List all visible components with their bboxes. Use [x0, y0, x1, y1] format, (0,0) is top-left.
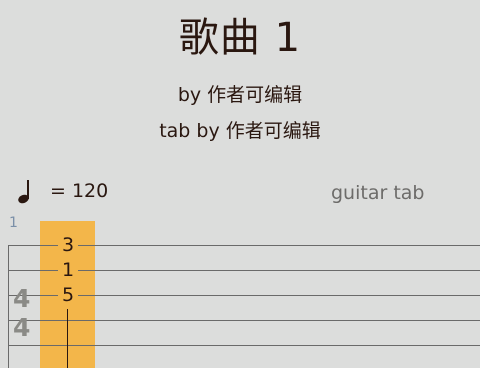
track-instrument-label: guitar tab [331, 182, 425, 204]
score-title: 歌曲 1 [178, 15, 302, 61]
staff-line [8, 245, 480, 246]
staff-line [8, 295, 480, 296]
tempo-marking: = 120 [16, 176, 108, 206]
time-signature-bottom: 4 [13, 313, 31, 342]
tab-fret-number[interactable]: 5 [58, 285, 78, 305]
note-stem [67, 309, 68, 368]
staff-line [8, 270, 480, 271]
quarter-note-icon [16, 176, 34, 206]
staff-line [8, 320, 480, 321]
score-tab-author: tab by 作者可编辑 [159, 120, 321, 142]
score-artist: by 作者可编辑 [177, 84, 303, 106]
tab-fret-number[interactable]: 1 [58, 260, 78, 280]
tab-fret-number[interactable]: 3 [58, 235, 78, 255]
tempo-value: = 120 [50, 180, 109, 202]
staff-line [8, 345, 480, 346]
measure-number: 1 [9, 215, 18, 231]
time-signature-top: 4 [13, 284, 31, 313]
staff-barline [8, 245, 9, 368]
